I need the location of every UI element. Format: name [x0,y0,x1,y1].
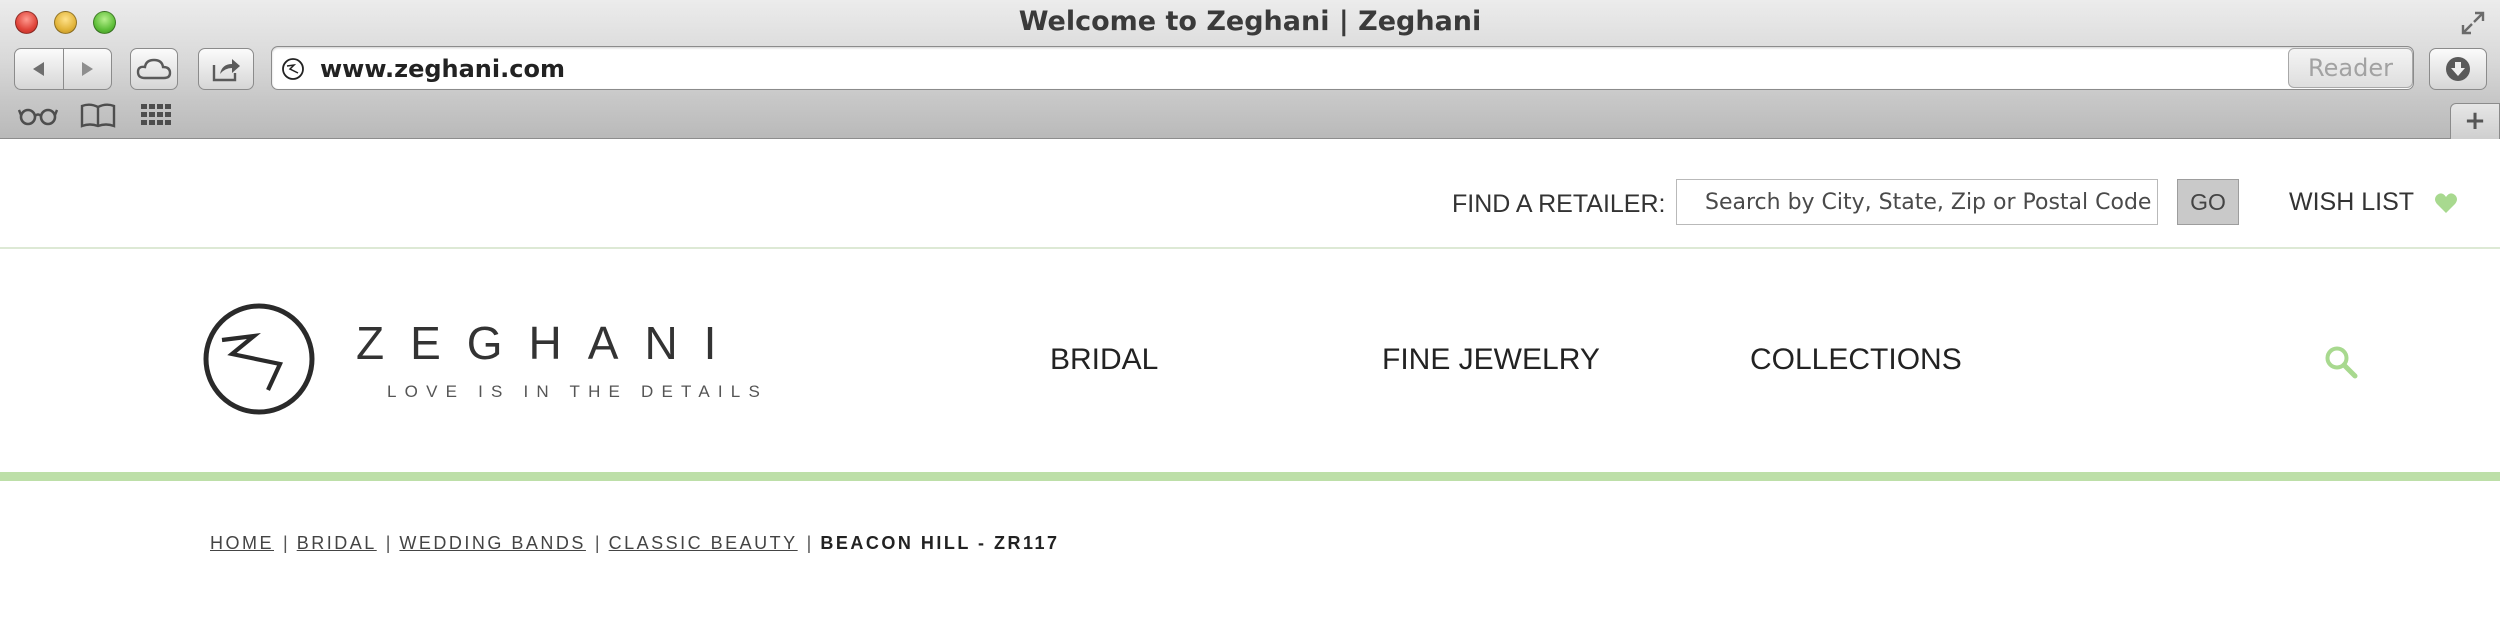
breadcrumb-classic-beauty[interactable]: CLASSIC BEAUTY [609,533,798,554]
fullscreen-icon[interactable] [2460,10,2486,36]
back-button[interactable] [15,49,63,89]
download-icon [2446,57,2470,81]
breadcrumb-bridal[interactable]: BRIDAL [297,533,377,554]
site-favicon-icon [282,58,304,80]
logo-wordmark[interactable]: ZEGHANI [356,316,742,370]
url-text: www.zeghani.com [320,55,565,83]
heart-icon [2435,192,2458,213]
reading-list-icon[interactable] [18,102,58,128]
wish-list-label: WISH LIST [2289,188,2415,216]
share-icon [212,59,240,82]
wish-list-link[interactable]: WISH LIST [2289,188,2458,217]
retailer-search-input[interactable] [1676,179,2158,225]
back-forward-group [14,48,112,90]
bookmarks-icon[interactable] [80,102,116,128]
zeghani-logo-icon[interactable] [202,302,316,416]
forward-button[interactable] [63,49,111,89]
icloud-tabs-button[interactable] [130,48,178,90]
find-retailer-label: FIND A RETAILER: [1452,190,1666,218]
nav-collections[interactable]: COLLECTIONS [1750,343,1962,377]
breadcrumb-wedding-bands[interactable]: WEDDING BANDS [399,533,586,554]
header-divider [0,247,2500,249]
go-button[interactable]: GO [2177,179,2239,225]
reader-button[interactable]: Reader [2288,48,2413,88]
cloud-icon [136,58,172,80]
breadcrumb-separator: | [385,533,391,553]
breadcrumb-current: BEACON HILL - ZR117 [820,533,1060,553]
breadcrumb-separator: | [283,533,288,553]
breadcrumb-home[interactable]: HOME [210,533,274,554]
browser-chrome: Welcome to Zeghani | Zeghani www.zeghani… [0,0,2500,139]
search-icon[interactable] [2324,345,2358,379]
window-title: Welcome to Zeghani | Zeghani [1018,6,1482,37]
forward-arrow-icon [82,62,94,76]
logo-tagline: LOVE IS IN THE DETAILS [387,382,768,401]
back-arrow-icon [32,62,44,76]
nav-bridal[interactable]: BRIDAL [1050,343,1158,377]
address-bar[interactable]: www.zeghani.com [271,46,2414,90]
accent-band [0,472,2500,481]
breadcrumb-separator: | [594,533,600,553]
breadcrumb: HOME | BRIDAL | WEDDING BANDS | CLASSIC … [210,533,1060,554]
share-button[interactable] [198,48,254,90]
downloads-button[interactable] [2429,48,2487,90]
breadcrumb-separator: | [806,533,812,553]
new-tab-button[interactable]: + [2450,103,2500,139]
nav-fine-jewelry[interactable]: FINE JEWELRY [1382,343,1600,377]
top-sites-icon[interactable] [140,102,172,128]
